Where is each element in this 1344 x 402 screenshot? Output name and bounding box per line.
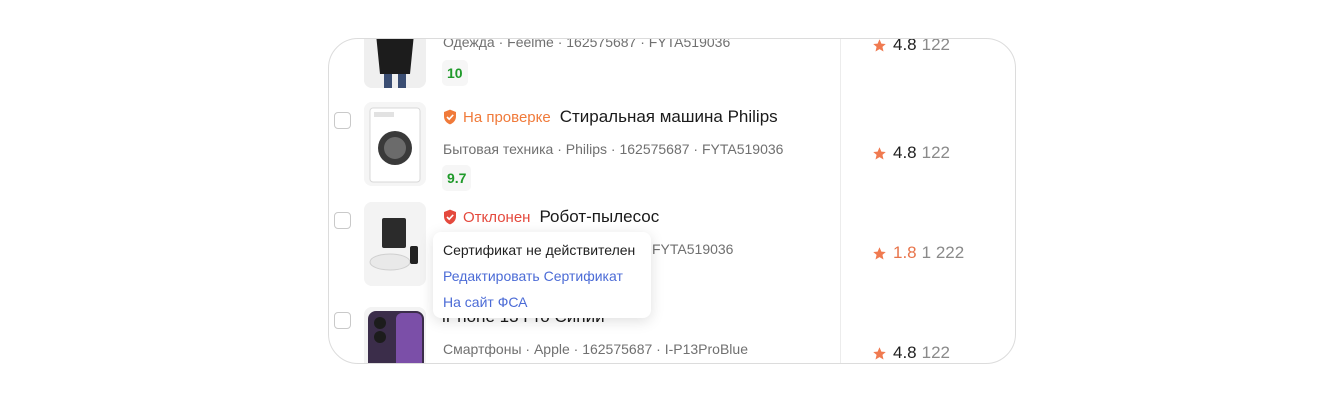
product-rating: 4.8 122 [872,38,951,55]
review-count: 1 222 [921,243,965,262]
fsa-site-link[interactable]: На сайт ФСА [443,293,641,311]
shield-check-icon [444,109,456,125]
rating-value: 1.8 [893,243,917,262]
rating-value: 4.8 [893,143,917,162]
edit-certificate-link[interactable]: Редактировать Сертификат [443,267,641,285]
product-row: На проверке Стиральная машина Philips Бы… [329,97,1015,197]
product-title[interactable]: Робот-пылесос [539,207,659,227]
product-title[interactable]: Стиральная машина Philips [560,107,778,127]
product-row: Одежда · Feelme · 162575687 · FYTA519036… [329,38,1015,89]
product-score: 9.7 [442,165,472,191]
product-score: 10 [442,60,468,86]
status-label-pending: На проверке [463,108,551,126]
row-checkbox[interactable] [334,212,351,229]
product-row: Отклонен Робот-пылесос FYTA519036 1.8 1 … [329,197,1015,297]
product-status-line: Отклонен Робот-пылесос [442,207,659,227]
row-checkbox[interactable] [334,312,351,329]
rating-value: 4.8 [893,343,917,362]
product-meta: Смартфоны · Apple · 162575687 · I-P13Pro… [443,341,748,357]
product-meta: Бытовая техника · Philips · 162575687 · … [443,141,784,157]
product-thumbnail-iphone[interactable] [364,307,426,363]
review-count: 122 [921,343,951,362]
star-icon [873,346,886,359]
product-status-line: На проверке Стиральная машина Philips [442,107,778,127]
star-icon [873,146,886,159]
certificate-tooltip: Сертификат не действителен Редактировать… [433,232,651,318]
star-icon [873,39,886,51]
product-rating: 4.8 122 [872,343,950,363]
product-list-card: Одежда · Feelme · 162575687 · FYTA519036… [328,38,1016,364]
product-thumbnail-tshirt[interactable] [364,39,426,88]
product-meta: Одежда · Feelme · 162575687 · FYTA519036 [443,38,731,50]
product-row: iPhone 13 Pro Синий Смартфоны · Apple · … [329,297,1015,363]
review-count: 122 [921,38,951,54]
status-label-rejected[interactable]: Отклонен [463,209,530,226]
product-meta: FYTA519036 [652,241,734,257]
star-icon [873,246,886,259]
row-checkbox[interactable] [334,112,351,129]
product-rating: 4.8 122 [872,143,950,163]
rating-value: 4.8 [893,38,917,54]
shield-check-icon [444,209,456,225]
review-count: 122 [921,143,951,162]
product-rating: 1.8 1 222 [872,243,964,263]
product-thumbnail-robot-vacuum[interactable] [364,202,426,286]
tooltip-message: Сертификат не действителен [443,242,636,258]
product-thumbnail-washing-machine[interactable] [364,102,426,186]
